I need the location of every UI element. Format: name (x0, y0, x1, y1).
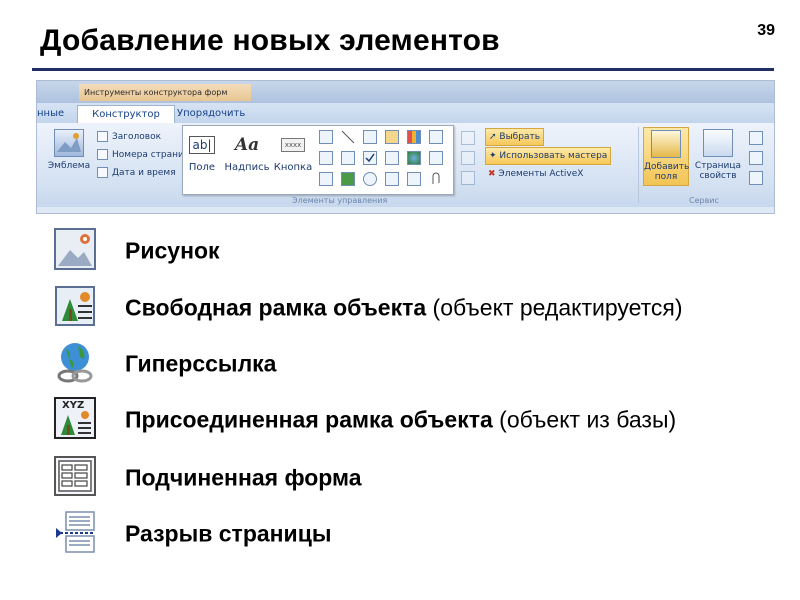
faded-tool-icon-3 (461, 171, 475, 185)
emblem-label: Эмблема (47, 161, 91, 171)
add-fields-label: Добавить поля (644, 162, 690, 182)
controls-group-label: Элементы управления (292, 196, 388, 205)
checkbox-icon[interactable] (363, 151, 377, 165)
service-group-label: Сервис (689, 196, 719, 205)
header-icon (97, 131, 108, 142)
tab-data[interactable]: нные (37, 105, 64, 123)
faded-tool-icon-2 (461, 151, 475, 165)
button-control-button[interactable]: xxxx Кнопка (273, 132, 313, 173)
ribbon-panel: Эмблема Заголовок Номера страни Дата и в… (37, 123, 774, 207)
service-small-icon-2[interactable] (749, 151, 763, 165)
rectangle-icon[interactable] (341, 151, 355, 165)
toggle-icon[interactable] (385, 130, 399, 144)
slide-title: Добавление новых элементов (40, 24, 500, 57)
label-icon: Aa (234, 135, 260, 155)
textbox-icon: ab| (187, 132, 217, 158)
field-control-button[interactable]: ab| Поле (187, 132, 217, 173)
unbound-frame-small-icon[interactable] (385, 151, 399, 165)
subform-small-icon[interactable] (429, 151, 443, 165)
context-tab-title: Инструменты конструктора форм (79, 84, 251, 101)
header-button[interactable]: Заголовок (97, 129, 161, 145)
activex-button[interactable]: ✖ Элементы ActiveX (488, 166, 583, 182)
controls-highlight: ab| Поле Aa Надпись xxxx Кнопка (182, 125, 454, 195)
command-button-icon: xxxx (273, 132, 313, 158)
select-tool-button[interactable]: ➚ Выбрать (485, 128, 545, 146)
emblem-button[interactable]: Эмблема (45, 129, 93, 171)
label-control-label: Надпись (224, 162, 270, 173)
item-text: Свободная рамка объекта (объект редактир… (125, 294, 683, 321)
item-text: Рисунок (125, 237, 220, 264)
bound-frame-small-icon[interactable] (363, 130, 377, 144)
hyperlink-small-icon[interactable] (407, 151, 421, 165)
page-numbers-label: Номера страни (112, 150, 184, 160)
list-item-picture: Рисунок (52, 226, 772, 276)
unbound-object-frame-icon (52, 283, 98, 329)
date-time-button[interactable]: Дата и время (97, 165, 176, 181)
chart-icon[interactable] (407, 130, 421, 144)
property-sheet-icon (703, 129, 733, 157)
list-item-unbound-frame: Свободная рамка объекта (объект редактир… (52, 283, 772, 333)
slide-number: 39 (757, 22, 775, 39)
faded-tool-icon-1 (461, 131, 475, 145)
ribbon-screenshot: Инструменты конструктора форм нные Конст… (36, 80, 775, 214)
picture-small-icon[interactable] (407, 172, 421, 186)
image-small-icon[interactable] (341, 172, 355, 186)
wand-icon: ✦ (489, 151, 500, 161)
page-break-icon (52, 509, 98, 555)
tab-design[interactable]: Конструктор (77, 105, 175, 123)
title-rule (32, 68, 774, 71)
listbox-icon[interactable] (319, 151, 333, 165)
list-item-page-break: Разрыв страницы (52, 509, 772, 559)
combobox-icon[interactable] (319, 172, 333, 186)
option-group-icon[interactable] (385, 172, 399, 186)
page-break-small-icon[interactable] (429, 130, 443, 144)
select-arrow-icon: ➚ (489, 132, 500, 142)
add-fields-button[interactable]: Добавить поля (643, 127, 689, 186)
option-button-icon[interactable] (363, 172, 377, 186)
item-text: Подчиненная форма (125, 464, 362, 491)
tab-control-icon[interactable] (319, 130, 333, 144)
tab-arrange[interactable]: Упорядочить (177, 105, 245, 123)
add-fields-icon (651, 130, 681, 158)
attachment-icon[interactable] (429, 172, 443, 186)
service-small-icon-1[interactable] (749, 131, 763, 145)
property-sheet-button[interactable]: Страница свойств (693, 129, 743, 181)
svg-text:XYZ: XYZ (62, 400, 84, 411)
button-control-label: Кнопка (273, 162, 313, 173)
date-time-icon (97, 167, 108, 178)
item-text: Разрыв страницы (125, 520, 332, 547)
list-item-subform: Подчиненная форма (52, 453, 772, 503)
group-separator (638, 127, 639, 203)
page-numbers-icon (97, 149, 108, 160)
picture-icon (52, 226, 98, 272)
list-item-bound-frame: XYZ Присоединенная рамка объекта (объект… (52, 395, 772, 445)
list-item-hyperlink: Гиперссылка (52, 339, 772, 389)
line-icon[interactable] (341, 130, 355, 144)
item-text: Присоединенная рамка объекта (объект из … (125, 406, 677, 433)
page-numbers-button[interactable]: Номера страни (97, 147, 184, 163)
activex-icon: ✖ (488, 169, 499, 179)
header-label: Заголовок (112, 132, 162, 142)
subform-icon (52, 453, 98, 499)
service-small-icon-3[interactable] (749, 171, 763, 185)
ribbon-tabs: нные Конструктор Упорядочить (37, 103, 774, 123)
hyperlink-icon (52, 339, 98, 385)
emblem-icon (54, 129, 84, 157)
item-text: Гиперссылка (125, 350, 277, 377)
use-wizards-button[interactable]: ✦ Использовать мастера (485, 147, 612, 165)
bound-object-frame-icon: XYZ (52, 395, 98, 441)
context-bar: Инструменты конструктора форм (37, 81, 774, 103)
property-sheet-label: Страница свойств (694, 161, 742, 181)
label-control-button[interactable]: Aa Надпись (223, 132, 271, 173)
field-control-label: Поле (188, 162, 216, 173)
date-time-label: Дата и время (112, 168, 176, 178)
